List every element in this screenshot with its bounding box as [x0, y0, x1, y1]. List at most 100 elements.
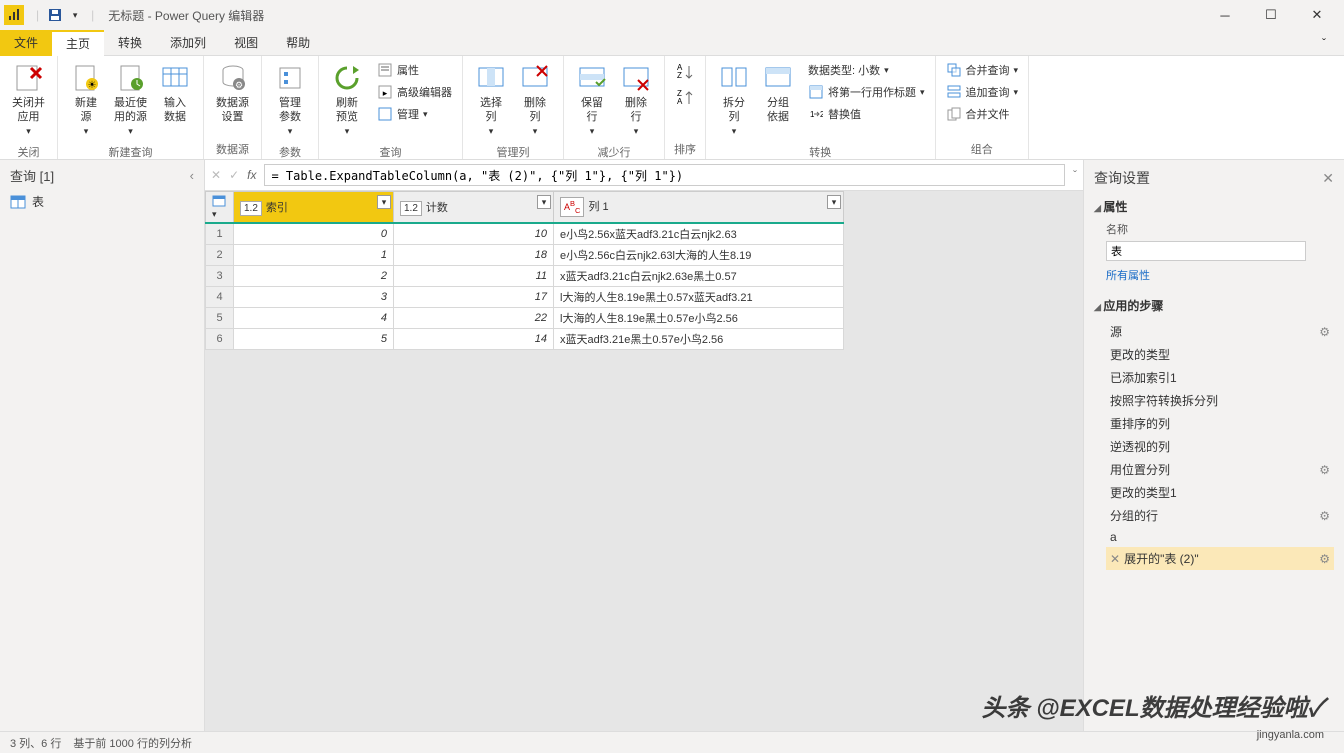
collapse-left-icon[interactable]: ‹: [190, 168, 194, 183]
maximize-button[interactable]: ☐: [1248, 0, 1294, 30]
applied-step[interactable]: 重排序的列: [1106, 412, 1334, 435]
filter-dropdown-icon[interactable]: ▾: [537, 195, 551, 209]
select-all-header[interactable]: ▾: [206, 192, 234, 224]
table-row[interactable]: 2 1 18 e小鸟2.56c白云njk2.63l大海的人生8.19: [206, 245, 844, 266]
close-settings-icon[interactable]: ✕: [1322, 170, 1334, 187]
cell-index[interactable]: 4: [234, 308, 394, 329]
cell-text[interactable]: x蓝天adf3.21e黑土0.57e小鸟2.56: [554, 329, 844, 350]
applied-step[interactable]: 更改的类型: [1106, 343, 1334, 366]
cell-text[interactable]: l大海的人生8.19e黑土0.57e小鸟2.56: [554, 308, 844, 329]
cell-count[interactable]: 18: [394, 245, 554, 266]
datatype-button[interactable]: 数据类型: 小数 ▾: [804, 60, 929, 80]
cell-text[interactable]: l大海的人生8.19e黑土0.57x蓝天adf3.21: [554, 287, 844, 308]
cell-index[interactable]: 2: [234, 266, 394, 287]
cell-count[interactable]: 11: [394, 266, 554, 287]
properties-button[interactable]: 属性: [373, 60, 456, 80]
merge-queries-button[interactable]: 合并查询 ▾: [942, 60, 1023, 80]
applied-steps-header[interactable]: 应用的步骤: [1094, 297, 1334, 314]
applied-step[interactable]: ✕展开的"表 (2)"⚙: [1106, 547, 1334, 570]
close-apply-button[interactable]: 关闭并 应用▾: [6, 60, 51, 140]
cell-count[interactable]: 14: [394, 329, 554, 350]
tab-home[interactable]: 主页: [52, 30, 104, 56]
save-icon[interactable]: [47, 7, 63, 23]
applied-step[interactable]: 更改的类型1: [1106, 481, 1334, 504]
advanced-editor-button[interactable]: ▸高级编辑器: [373, 82, 456, 102]
column-header-count[interactable]: 1.2计数▾: [394, 192, 554, 224]
applied-step[interactable]: 用位置分列⚙: [1106, 458, 1334, 481]
cell-text[interactable]: x蓝天adf3.21c白云njk2.63e黑土0.57: [554, 266, 844, 287]
datasource-icon: ⚙: [217, 62, 249, 94]
applied-step[interactable]: 分组的行⚙: [1106, 504, 1334, 527]
cell-count[interactable]: 22: [394, 308, 554, 329]
formula-dropdown-icon[interactable]: ˇ: [1073, 168, 1077, 182]
datasource-settings-button[interactable]: ⚙数据源 设置: [210, 60, 255, 126]
tab-help[interactable]: 帮助: [272, 30, 324, 56]
query-item[interactable]: 表: [0, 189, 204, 214]
cancel-formula-icon[interactable]: ✕: [211, 168, 221, 182]
filter-dropdown-icon[interactable]: ▾: [377, 195, 391, 209]
cell-text[interactable]: e小鸟2.56c白云njk2.63l大海的人生8.19: [554, 245, 844, 266]
cell-index[interactable]: 5: [234, 329, 394, 350]
table-row[interactable]: 5 4 22 l大海的人生8.19e黑土0.57e小鸟2.56: [206, 308, 844, 329]
first-row-header-button[interactable]: 将第一行用作标题 ▾: [804, 82, 929, 102]
accept-formula-icon[interactable]: ✓: [229, 168, 239, 182]
all-properties-link[interactable]: 所有属性: [1094, 267, 1334, 283]
cell-count[interactable]: 10: [394, 223, 554, 245]
cell-text[interactable]: e小鸟2.56x蓝天adf3.21c白云njk2.63: [554, 223, 844, 245]
cell-count[interactable]: 17: [394, 287, 554, 308]
column-header-col1[interactable]: ABC列 1▾: [554, 192, 844, 224]
gear-icon[interactable]: ⚙: [1319, 509, 1330, 523]
cell-index[interactable]: 3: [234, 287, 394, 308]
tab-add-column[interactable]: 添加列: [156, 30, 220, 56]
number-type-icon: 1.2: [240, 201, 262, 216]
gear-icon[interactable]: ⚙: [1319, 552, 1330, 566]
group-manage-cols: 管理列: [463, 144, 563, 160]
group-by-button[interactable]: 分组 依据: [756, 60, 800, 126]
applied-step[interactable]: 源⚙: [1106, 320, 1334, 343]
sort-asc-button[interactable]: AZ: [671, 60, 699, 84]
table-row[interactable]: 3 2 11 x蓝天adf3.21c白云njk2.63e黑土0.57: [206, 266, 844, 287]
qat-dropdown-icon[interactable]: ▾: [67, 7, 83, 23]
group-datasource: 数据源: [204, 141, 261, 159]
keep-rows-button[interactable]: 保留 行▾: [570, 60, 614, 140]
applied-step[interactable]: 逆透视的列: [1106, 435, 1334, 458]
remove-rows-button[interactable]: 删除 行▾: [614, 60, 658, 140]
append-queries-button[interactable]: 追加查询 ▾: [942, 82, 1023, 102]
cell-index[interactable]: 0: [234, 223, 394, 245]
applied-step[interactable]: 已添加索引1: [1106, 366, 1334, 389]
remove-columns-button[interactable]: 删除 列▾: [513, 60, 557, 140]
table-row[interactable]: 6 5 14 x蓝天adf3.21e黑土0.57e小鸟2.56: [206, 329, 844, 350]
minimize-button[interactable]: ─: [1202, 0, 1248, 30]
sort-desc-button[interactable]: ZA: [671, 86, 699, 110]
refresh-preview-button[interactable]: 刷新 预览▾: [325, 60, 369, 140]
collapse-ribbon-icon[interactable]: ˇ: [1314, 33, 1334, 53]
gear-icon[interactable]: ⚙: [1319, 325, 1330, 339]
formula-input[interactable]: [264, 164, 1065, 186]
replace-values-button[interactable]: 12替换值: [804, 104, 929, 124]
new-source-button[interactable]: ☀新建 源▾: [64, 60, 108, 140]
applied-step[interactable]: a: [1106, 527, 1334, 547]
tab-file[interactable]: 文件: [0, 30, 52, 56]
table-row[interactable]: 4 3 17 l大海的人生8.19e黑土0.57x蓝天adf3.21: [206, 287, 844, 308]
column-header-index[interactable]: 1.2索引▾: [234, 192, 394, 224]
tab-transform[interactable]: 转换: [104, 30, 156, 56]
manage-button[interactable]: 管理 ▾: [373, 104, 456, 124]
tab-view[interactable]: 视图: [220, 30, 272, 56]
group-transform: 转换: [706, 144, 935, 160]
gear-icon[interactable]: ⚙: [1319, 463, 1330, 477]
split-column-button[interactable]: 拆分 列▾: [712, 60, 756, 140]
cell-index[interactable]: 1: [234, 245, 394, 266]
table-row[interactable]: 1 0 10 e小鸟2.56x蓝天adf3.21c白云njk2.63: [206, 223, 844, 245]
svg-text:Z: Z: [677, 71, 682, 80]
enter-data-button[interactable]: 输入 数据: [153, 60, 197, 126]
combine-files-button[interactable]: 合并文件: [942, 104, 1023, 124]
filter-dropdown-icon[interactable]: ▾: [827, 195, 841, 209]
properties-section-header[interactable]: 属性: [1094, 198, 1334, 215]
choose-columns-button[interactable]: 选择 列▾: [469, 60, 513, 140]
manage-params-button[interactable]: 管理 参数▾: [268, 60, 312, 140]
applied-step[interactable]: 按照字符转换拆分列: [1106, 389, 1334, 412]
fx-icon[interactable]: fx: [247, 168, 256, 182]
query-name-input[interactable]: [1106, 241, 1306, 261]
recent-source-button[interactable]: 最近使 用的源▾: [108, 60, 153, 140]
close-button[interactable]: ✕: [1294, 0, 1340, 30]
